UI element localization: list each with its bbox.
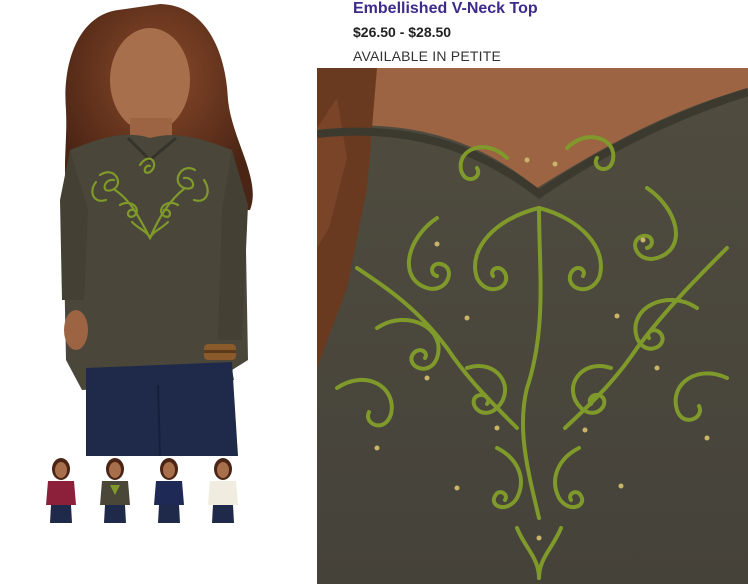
zoom-detail-image[interactable]	[317, 68, 748, 584]
thumbnail-ivory[interactable]	[198, 457, 248, 523]
thumbnail-olive[interactable]	[90, 457, 140, 523]
model-photo-illustration	[60, 4, 253, 456]
product-title[interactable]: Embellished V-Neck Top	[353, 0, 538, 18]
thumbnail-navy[interactable]	[144, 457, 194, 523]
thumbnail-burgundy[interactable]	[36, 457, 86, 523]
petite-availability: AVAILABLE IN PETITE	[353, 48, 501, 64]
color-thumbnails	[36, 457, 248, 523]
price-range: $26.50 - $28.50	[353, 24, 452, 40]
main-product-image[interactable]	[0, 0, 316, 456]
embroidery-closeup-illustration	[317, 68, 748, 584]
